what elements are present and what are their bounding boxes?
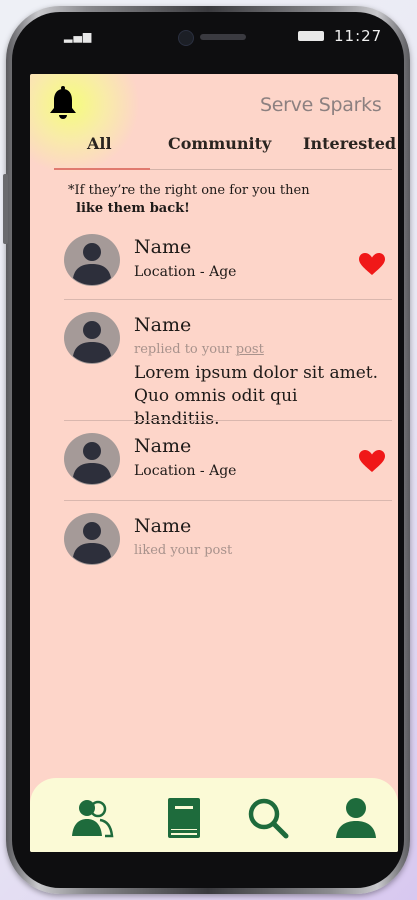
tab-interested[interactable]: Interested xyxy=(303,134,396,153)
app-screen: Serve Sparks All Community Interested *I… xyxy=(30,74,398,852)
avatar-icon xyxy=(64,433,120,485)
people-icon[interactable] xyxy=(70,796,114,840)
status-time: 11:27 xyxy=(334,27,383,45)
profile-icon[interactable] xyxy=(334,796,378,840)
brand-logo: Serve Sparks xyxy=(260,94,382,116)
signal-icon: ▂▄▆ xyxy=(64,30,93,43)
item-name: Name xyxy=(134,435,192,457)
message-line: Lorem ipsum dolor sit amet. xyxy=(134,363,379,383)
bell-icon[interactable] xyxy=(48,86,78,120)
camera-icon xyxy=(178,30,194,46)
activity-text: replied to your xyxy=(134,342,236,357)
tab-bar: All Community Interested xyxy=(54,134,396,172)
bottom-nav xyxy=(30,778,398,852)
item-name: Name xyxy=(134,314,192,336)
side-button xyxy=(3,174,8,244)
tab-divider xyxy=(150,169,392,170)
avatar-icon xyxy=(64,312,120,364)
phone-bezel: ▂▄▆ 11:27 Serve Sparks All Community Int… xyxy=(12,12,404,888)
post-link[interactable]: post xyxy=(236,342,264,357)
speaker-grille xyxy=(200,34,246,40)
avatar-icon xyxy=(64,513,120,565)
list-item[interactable]: Name replied to your post Lorem ipsum do… xyxy=(64,312,392,429)
list-divider xyxy=(64,500,392,501)
note-emphasis: like them back! xyxy=(76,201,190,216)
book-icon[interactable] xyxy=(162,796,206,840)
list-divider xyxy=(64,299,392,300)
heart-icon[interactable] xyxy=(358,449,386,473)
tab-community[interactable]: Community xyxy=(168,134,271,153)
item-activity: liked your post xyxy=(134,543,233,558)
note-line: *If they’re the right one for you then xyxy=(68,183,310,198)
status-bar: ▂▄▆ 11:27 xyxy=(12,12,404,62)
item-activity: replied to your post xyxy=(134,342,264,357)
search-icon[interactable] xyxy=(246,796,290,840)
like-back-note: *If they’re the right one for you then l… xyxy=(68,182,310,218)
item-location-age: Location - Age xyxy=(134,264,237,280)
battery-icon xyxy=(298,31,324,41)
list-divider xyxy=(64,420,392,421)
heart-icon[interactable] xyxy=(358,252,386,276)
item-location-age: Location - Age xyxy=(134,463,237,479)
phone-frame: ▂▄▆ 11:27 Serve Sparks All Community Int… xyxy=(3,6,410,894)
active-tab-indicator xyxy=(54,168,150,170)
message-line: Quo omnis odit qui blanditiis. xyxy=(134,386,298,429)
avatar-icon xyxy=(64,234,120,286)
list-item[interactable]: Name liked your post xyxy=(64,513,392,573)
list-item[interactable]: Name Location - Age xyxy=(64,234,392,294)
list-item[interactable]: Name Location - Age xyxy=(64,433,392,493)
tab-all[interactable]: All xyxy=(87,134,112,153)
item-name: Name xyxy=(134,236,192,258)
item-name: Name xyxy=(134,515,192,537)
